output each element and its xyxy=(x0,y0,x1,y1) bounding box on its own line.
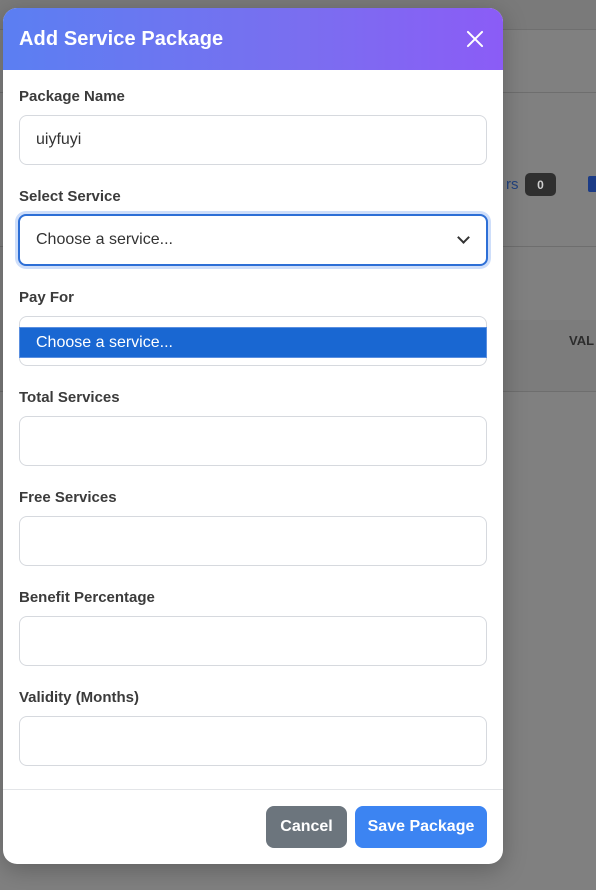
background-column-header: VAL xyxy=(569,333,595,348)
validity-months-input[interactable] xyxy=(19,716,487,766)
modal-title: Add Service Package xyxy=(19,27,224,50)
service-select[interactable]: Choose a service... xyxy=(18,214,488,266)
background-users-link: rs xyxy=(506,176,519,193)
calendar-icon xyxy=(588,176,596,192)
add-service-package-modal: Add Service Package Package Name Select … xyxy=(3,8,503,864)
modal-footer: Cancel Save Package xyxy=(3,789,503,864)
benefit-percentage-label: Benefit Percentage xyxy=(19,589,155,606)
cancel-button[interactable]: Cancel xyxy=(266,806,347,848)
chevron-down-icon xyxy=(457,231,470,244)
close-icon[interactable] xyxy=(463,27,487,51)
service-dropdown-list: Choose a service... xyxy=(19,327,487,358)
package-name-input[interactable] xyxy=(19,115,487,165)
benefit-percentage-field: Benefit Percentage xyxy=(19,589,487,666)
total-services-label: Total Services xyxy=(19,389,120,406)
free-services-field: Free Services xyxy=(19,489,487,566)
validity-months-field: Validity (Months) xyxy=(19,689,487,766)
pay-for-label: Pay For xyxy=(19,289,75,306)
free-services-input[interactable] xyxy=(19,516,487,566)
validity-months-label: Validity (Months) xyxy=(19,689,139,706)
benefit-percentage-input[interactable] xyxy=(19,616,487,666)
background-count-badge: 0 xyxy=(525,173,556,196)
select-service-field: Select Service Choose a service... xyxy=(18,188,488,266)
package-name-label: Package Name xyxy=(19,88,125,105)
total-services-input[interactable] xyxy=(19,416,487,466)
free-services-label: Free Services xyxy=(19,489,117,506)
select-service-label: Select Service xyxy=(19,188,121,205)
service-option[interactable]: Choose a service... xyxy=(36,334,173,352)
save-package-button[interactable]: Save Package xyxy=(355,806,487,848)
package-name-field: Package Name xyxy=(19,88,487,165)
service-select-value: Choose a service... xyxy=(36,231,173,248)
modal-header: Add Service Package xyxy=(3,8,503,70)
modal-body: Package Name Select Service Choose a ser… xyxy=(3,70,503,766)
total-services-field: Total Services xyxy=(19,389,487,466)
